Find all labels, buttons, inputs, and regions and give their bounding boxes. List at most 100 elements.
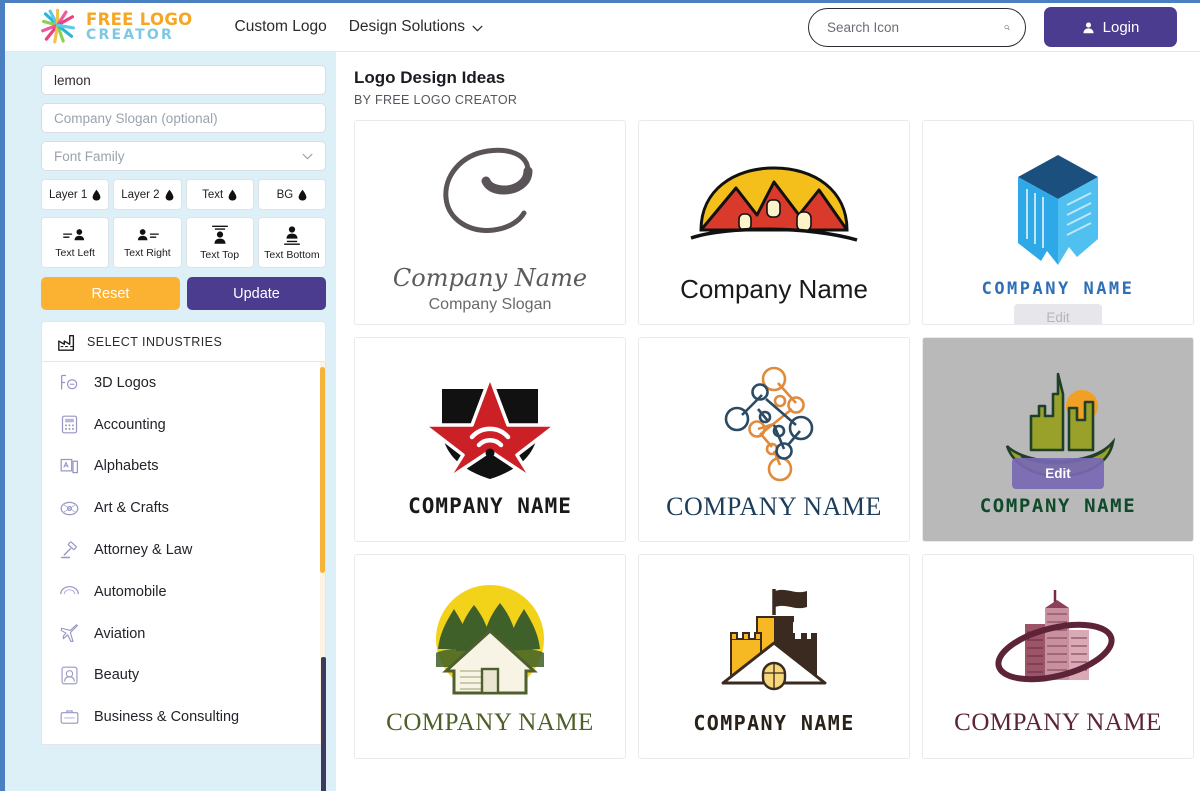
- app-window: FREE LOGO CREATOR Custom Logo Design Sol…: [0, 0, 1200, 791]
- page-title: Logo Design Ideas: [354, 68, 506, 87]
- logo-results-panel: Logo Design Ideas BY FREE LOGO CREATOR C…: [336, 52, 1200, 791]
- nav-item-custom-logo-label: Custom Logo: [234, 18, 327, 35]
- logo-company-slogan: Company Slogan: [428, 295, 552, 313]
- color-button-layer-1[interactable]: Layer 1: [41, 179, 110, 210]
- logo-artwork-red-houses: [679, 141, 869, 273]
- industry-item-automobile-label: Automobile: [94, 583, 167, 600]
- search-box[interactable]: [808, 7, 1026, 47]
- nav-item-design-solutions-label: Design Solutions: [348, 18, 466, 35]
- logo-card[interactable]: COMPANY NAME: [354, 337, 626, 542]
- logo-company-name: COMPANY NAME: [981, 278, 1135, 299]
- industry-item-aviation[interactable]: Aviation: [42, 613, 325, 655]
- brand-logo[interactable]: FREE LOGO CREATOR: [38, 8, 193, 46]
- color-button-text[interactable]: Text: [185, 179, 254, 210]
- logo-card-text: COMPANY NAME: [693, 712, 854, 735]
- company-name-value: lemon: [54, 72, 91, 88]
- page-scrollbar[interactable]: [321, 657, 326, 791]
- droplet-icon: [228, 189, 237, 200]
- logo-artwork-script-c: [420, 131, 560, 263]
- pinwheel-logo-icon: [41, 8, 75, 44]
- industry-item-business-consulting-label: Business & Consulting: [94, 709, 240, 726]
- brand-name-top: FREE LOGO: [86, 9, 193, 29]
- text-left-icon: [63, 229, 85, 241]
- text-top-button[interactable]: Text Top: [185, 217, 254, 268]
- industry-item-alphabets[interactable]: Alphabets: [42, 446, 325, 488]
- user-icon: [1083, 22, 1094, 33]
- color-button-text-label: Text: [202, 188, 224, 201]
- edit-button[interactable]: Edit: [1014, 304, 1102, 324]
- industry-item-art-crafts[interactable]: Art & Crafts: [42, 487, 325, 529]
- logo-card[interactable]: COMPANY NAME Edit: [922, 337, 1194, 542]
- logo-company-name: COMPANY NAME: [408, 494, 572, 519]
- industry-item-alphabets-label: Alphabets: [94, 458, 159, 475]
- update-button[interactable]: Update: [187, 277, 326, 310]
- industry-item-attorney-law[interactable]: Attorney & Law: [42, 529, 325, 571]
- logo-card[interactable]: COMPANY NAME: [354, 554, 626, 759]
- industry-item-business-consulting[interactable]: Business & Consulting: [42, 696, 325, 738]
- login-button[interactable]: Login: [1044, 7, 1177, 47]
- logo-card[interactable]: Company Name Company Slogan: [354, 120, 626, 325]
- chevron-down-icon: [472, 25, 483, 32]
- text-right-button[interactable]: Text Right: [113, 217, 182, 268]
- edit-button[interactable]: Edit: [1012, 458, 1104, 489]
- car-icon: [60, 586, 79, 595]
- select-industries-header: SELECT INDUSTRIES: [41, 321, 326, 362]
- industry-item-3d-logos-label: 3D Logos: [94, 374, 157, 391]
- reset-button[interactable]: Reset: [41, 277, 180, 310]
- industry-item-automobile[interactable]: Automobile: [42, 571, 325, 613]
- color-button-layer-2[interactable]: Layer 2: [113, 179, 182, 210]
- calculator-icon: [61, 415, 78, 434]
- text-left-label: Text Left: [55, 247, 95, 259]
- industry-item-art-crafts-label: Art & Crafts: [94, 500, 169, 517]
- logo-card-text: Company Name Company Slogan: [392, 264, 588, 314]
- nav-item-custom-logo[interactable]: Custom Logo: [235, 18, 327, 36]
- logo-artwork-blue-building: [1003, 146, 1113, 278]
- industry-item-aviation-label: Aviation: [94, 625, 146, 642]
- company-slogan-field[interactable]: Company Slogan (optional): [41, 103, 326, 133]
- logo-artwork-cabin-pines: [428, 575, 552, 707]
- industries-scrollbar-thumb[interactable]: [320, 367, 325, 573]
- logo-card[interactable]: COMPANY NAME: [638, 554, 910, 759]
- page-subtitle: BY FREE LOGO CREATOR: [354, 93, 518, 107]
- industry-item-beauty[interactable]: Beauty: [42, 655, 325, 697]
- chevron-down-icon: [302, 153, 313, 159]
- industry-item-3d-logos[interactable]: 3D Logos: [42, 362, 325, 404]
- logo-card-text: COMPANY NAME: [981, 278, 1135, 300]
- top-header: FREE LOGO CREATOR Custom Logo Design Sol…: [5, 3, 1200, 52]
- company-name-field[interactable]: lemon: [41, 65, 326, 95]
- text-bottom-button[interactable]: Text Bottom: [257, 217, 326, 268]
- logo-artwork-star-wifi: [420, 360, 560, 492]
- logo-grid: Company Name Company Slogan Company Name…: [354, 120, 1194, 759]
- industries-list[interactable]: 3D Logos Accounting Alphabets Art & Craf…: [41, 362, 326, 745]
- logo-card-text: COMPANY NAME: [408, 494, 572, 518]
- industry-item-accounting[interactable]: Accounting: [42, 404, 325, 446]
- logo-card[interactable]: COMPANY NAME: [638, 337, 910, 542]
- select-industries-label: SELECT INDUSTRIES: [87, 334, 223, 349]
- search-input[interactable]: [827, 19, 1004, 35]
- logo-company-name: COMPANY NAME: [954, 709, 1162, 737]
- logo-artwork-castle: [709, 578, 839, 710]
- beauty-face-icon: [61, 666, 78, 685]
- search-icon[interactable]: [1004, 19, 1010, 36]
- letter-board-icon: [60, 458, 78, 474]
- page-body: lemon Company Slogan (optional) Font Fam…: [5, 52, 1200, 791]
- color-button-bg[interactable]: BG: [257, 179, 326, 210]
- logo-card[interactable]: COMPANY NAME: [922, 554, 1194, 759]
- industry-item-beauty-label: Beauty: [94, 667, 140, 684]
- logo-artwork-skyscraper-swoosh: [983, 575, 1133, 707]
- text-right-label: Text Right: [124, 247, 171, 259]
- editor-sidebar: lemon Company Slogan (optional) Font Fam…: [5, 52, 336, 791]
- logo-card[interactable]: COMPANY NAME Edit: [922, 120, 1194, 325]
- editor-actions: Reset Update: [41, 277, 326, 310]
- droplet-icon: [298, 189, 307, 200]
- logo-card[interactable]: Company Name: [638, 120, 910, 325]
- text-left-button[interactable]: Text Left: [41, 217, 110, 268]
- nav-item-design-solutions[interactable]: Design Solutions: [349, 18, 483, 36]
- logo-card-text: Company Name: [680, 274, 868, 305]
- font-family-select[interactable]: Font Family: [41, 141, 326, 171]
- brand-name-bottom: CREATOR: [86, 27, 174, 44]
- color-layer-buttons: Layer 1 Layer 2 Text BG: [41, 179, 326, 210]
- briefcase-icon: [60, 710, 79, 724]
- logo-company-name: Company Name: [392, 264, 588, 292]
- droplet-icon: [92, 189, 101, 200]
